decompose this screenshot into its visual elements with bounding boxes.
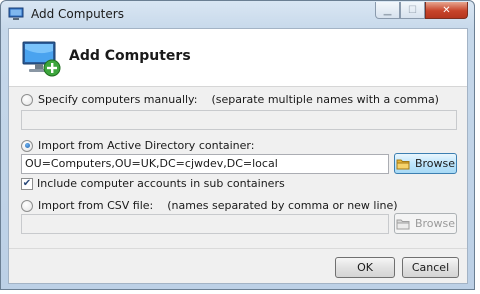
csv-radio[interactable] — [21, 199, 33, 212]
maximize-button[interactable]: ☐ — [400, 2, 425, 19]
csv-browse-label: Browse — [414, 217, 456, 230]
title-bar[interactable]: Add Computers ▁ ☐ ✕ — [1, 1, 474, 27]
cancel-button[interactable]: Cancel — [402, 257, 459, 278]
folder-icon — [396, 159, 410, 169]
include-sub-option[interactable]: ✔ Include computer accounts in sub conta… — [21, 177, 285, 190]
manual-option[interactable]: Specify computers manually: (separate mu… — [21, 93, 439, 106]
dialog-window: Add Computers ▁ ☐ ✕ Add Computers Specif… — [0, 0, 475, 290]
caption-buttons: ▁ ☐ ✕ — [375, 2, 468, 19]
csv-option[interactable]: Import from CSV file: (names separated b… — [21, 199, 398, 212]
folder-icon — [396, 219, 410, 229]
ok-label: OK — [357, 261, 373, 274]
check-icon: ✔ — [22, 177, 32, 189]
cancel-label: Cancel — [411, 261, 450, 274]
csv-file-input[interactable] — [21, 214, 389, 234]
manual-label: Specify computers manually: — [38, 93, 198, 106]
csv-browse-button[interactable]: Browse — [394, 213, 457, 234]
csv-hint: (names separated by comma or new line) — [167, 199, 398, 212]
window-title: Add Computers — [31, 7, 124, 21]
close-icon: ✕ — [442, 4, 451, 16]
ad-label: Import from Active Directory container: — [38, 139, 255, 152]
page-title: Add Computers — [69, 48, 191, 64]
include-sub-checkbox[interactable]: ✔ — [21, 177, 33, 190]
ok-button[interactable]: OK — [335, 257, 395, 278]
ad-browse-button[interactable]: Browse — [394, 153, 457, 174]
app-icon — [8, 7, 24, 20]
manual-names-input[interactable] — [21, 110, 457, 130]
minimize-icon: ▁ — [383, 4, 392, 16]
manual-hint: (separate multiple names with a comma) — [211, 93, 439, 106]
ad-radio[interactable] — [21, 139, 33, 152]
ad-browse-label: Browse — [414, 157, 456, 170]
ad-option[interactable]: Import from Active Directory container: — [21, 139, 254, 152]
close-button[interactable]: ✕ — [425, 2, 468, 19]
dialog-header: Add Computers — [9, 29, 467, 87]
dialog-footer — [9, 248, 467, 284]
ad-container-input[interactable]: OU=Computers,OU=UK,DC=cjwdev,DC=local — [21, 154, 389, 174]
include-sub-label: Include computer accounts in sub contain… — [37, 177, 285, 190]
manual-radio[interactable] — [21, 93, 33, 106]
maximize-icon: ☐ — [408, 4, 417, 16]
dialog-body: Add Computers Specify computers manually… — [8, 28, 468, 284]
computer-add-icon — [22, 41, 61, 77]
csv-label: Import from CSV file: — [38, 199, 154, 212]
minimize-button[interactable]: ▁ — [375, 2, 400, 19]
